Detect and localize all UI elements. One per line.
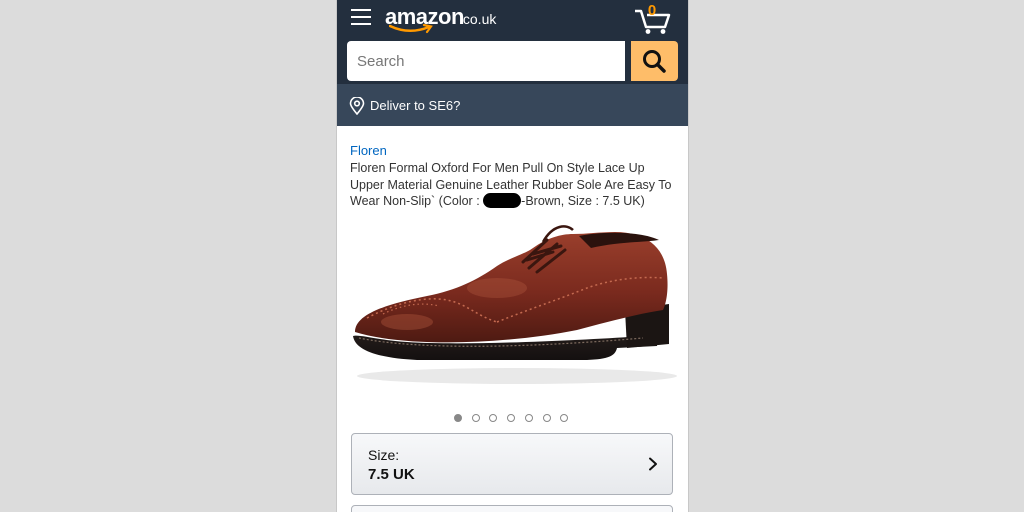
chevron-right-icon (649, 457, 657, 471)
carousel-dot[interactable] (454, 414, 462, 422)
deliver-to-text: Deliver to SE6? (370, 98, 461, 113)
carousel-dot[interactable] (507, 414, 515, 422)
size-selector-button[interactable]: Size: 7.5 UK (351, 433, 673, 495)
hamburger-menu-icon[interactable] (351, 9, 371, 25)
cart-button[interactable]: 0 (633, 3, 673, 35)
carousel-dot[interactable] (525, 414, 533, 422)
redacted-color-mark (483, 193, 522, 208)
search-icon (643, 50, 666, 73)
product-title-suffix: -Brown, Size : 7.5 UK) (521, 194, 645, 208)
cart-count-badge: 0 (647, 2, 657, 19)
search-button[interactable] (631, 41, 678, 81)
size-value: 7.5 UK (368, 466, 415, 483)
product-image[interactable] (347, 218, 677, 398)
location-pin-icon (349, 97, 365, 115)
carousel-dot[interactable] (489, 414, 497, 422)
carousel-dot[interactable] (472, 414, 480, 422)
logo-smile-icon (389, 24, 433, 34)
search-input[interactable] (347, 41, 625, 81)
size-label: Size: (368, 447, 400, 463)
brand-link[interactable]: Floren (350, 143, 387, 159)
product-title: Floren Formal Oxford For Men Pull On Sty… (350, 160, 675, 210)
carousel-dot[interactable] (560, 414, 568, 422)
search-bar (337, 40, 688, 84)
next-selector-button[interactable] (351, 505, 673, 512)
top-navigation-bar: amazon .co.uk 0 (337, 0, 688, 40)
carousel-dot[interactable] (543, 414, 551, 422)
mobile-page: amazon .co.uk 0 Search Deliver to SE6? F… (336, 0, 689, 512)
deliver-to-bar[interactable]: Deliver to SE6? (337, 84, 688, 126)
brown-oxford-shoe-image (353, 225, 677, 384)
logo-domain: .co.uk (459, 11, 497, 27)
